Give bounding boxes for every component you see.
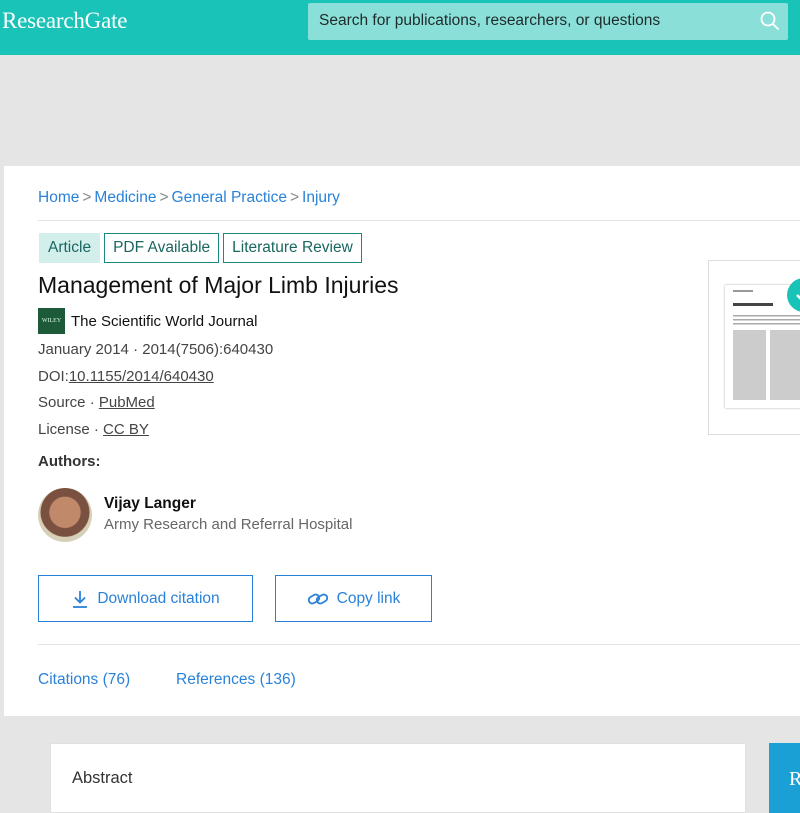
- journal-logo: WILEY: [38, 308, 65, 334]
- authors-label: Authors:: [38, 453, 101, 470]
- page-title: Management of Major Limb Injuries: [38, 272, 399, 298]
- side-panel[interactable]: R: [769, 743, 800, 813]
- chevron-right-icon: >: [159, 189, 169, 206]
- badge-article: Article: [39, 233, 101, 263]
- link-icon: [307, 593, 328, 604]
- badge-literature-review: Literature Review: [223, 233, 362, 263]
- author-name[interactable]: Vijay Langer: [104, 495, 196, 513]
- breadcrumb-general-practice[interactable]: General Practice: [172, 189, 287, 206]
- search-input[interactable]: Search for publications, researchers, or…: [319, 12, 660, 30]
- search-icon[interactable]: [759, 10, 781, 32]
- search-bar[interactable]: Search for publications, researchers, or…: [308, 3, 788, 40]
- copy-link-label: Copy link: [336, 589, 401, 607]
- download-citation-button[interactable]: Download citation: [38, 575, 253, 622]
- breadcrumb: Home > Medicine > General Practice > Injury: [38, 189, 340, 207]
- source-row: Source · PubMed: [38, 394, 155, 411]
- researchgate-logo[interactable]: ResearchGate: [2, 8, 128, 34]
- author-institution[interactable]: Army Research and Referral Hospital: [104, 516, 352, 533]
- breadcrumb-medicine[interactable]: Medicine: [94, 189, 156, 206]
- journal-name[interactable]: The Scientific World Journal: [71, 313, 257, 330]
- source-link[interactable]: PubMed: [99, 394, 155, 411]
- pdf-preview[interactable]: [708, 260, 800, 435]
- badge-row: Article PDF Available Literature Review: [39, 233, 362, 263]
- doi-link[interactable]: 10.1155/2014/640430: [69, 368, 214, 385]
- abstract-heading: Abstract: [72, 769, 133, 787]
- breadcrumb-home[interactable]: Home: [38, 189, 79, 206]
- download-icon: [73, 590, 88, 608]
- doi-label: DOI:: [38, 368, 69, 385]
- avatar[interactable]: [38, 488, 92, 542]
- publication-card: Home > Medicine > General Practice > Injury Ar…: [4, 166, 800, 716]
- license-link[interactable]: CC BY: [103, 421, 149, 438]
- tab-references[interactable]: References (136): [176, 671, 296, 689]
- divider: [38, 644, 800, 645]
- breadcrumb-injury[interactable]: Injury: [302, 189, 340, 206]
- license-label: License ·: [38, 421, 104, 438]
- divider: [38, 220, 800, 221]
- publication-date: January 2014 · 2014(7506):640430: [38, 341, 274, 358]
- abstract-section: Abstract: [50, 743, 746, 813]
- doi-row: DOI:10.1155/2014/640430: [38, 368, 214, 385]
- license-row: License · CC BY: [38, 421, 149, 438]
- side-panel-letter: R: [789, 768, 800, 790]
- tab-citations[interactable]: Citations (76): [38, 671, 130, 689]
- check-icon: [787, 278, 800, 312]
- copy-link-button[interactable]: Copy link: [275, 575, 432, 622]
- chevron-right-icon: >: [82, 189, 92, 206]
- download-citation-label: Download citation: [97, 589, 220, 607]
- journal-row: WILEY The Scientific World Journal: [38, 308, 257, 334]
- chevron-right-icon: >: [289, 189, 300, 206]
- badge-pdf-available: PDF Available: [104, 233, 220, 263]
- source-label: Source ·: [38, 394, 99, 411]
- top-bar: ResearchGate Search for publications, re…: [0, 0, 800, 55]
